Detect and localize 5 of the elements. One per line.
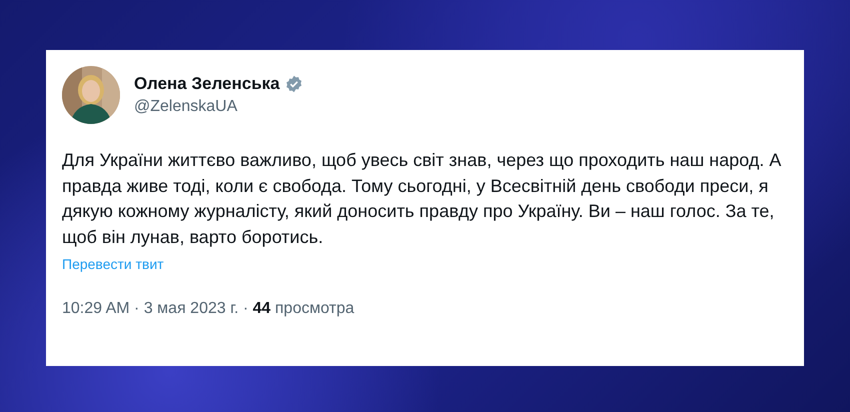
translate-link[interactable]: Перевести твит [62, 256, 164, 272]
author-name: Олена Зеленська [134, 74, 280, 94]
author-handle: @ZelenskaUA [134, 98, 238, 116]
tweet-meta: 10:29 AM · 3 мая 2023 г. · 44 просмотра [62, 300, 356, 318]
tweet-text: Для України життєво важливо, щоб увесь світ знав, через що проходить наш народ. А правда живе тоді, коли є свобода. Тому сьогодні, у Всесвітній день свободи преси, я дякую кожному журналісту, який доносить правду про Україну. Ви – наш голос. За те, щоб він лунав, варто боротись. [62, 149, 782, 249]
